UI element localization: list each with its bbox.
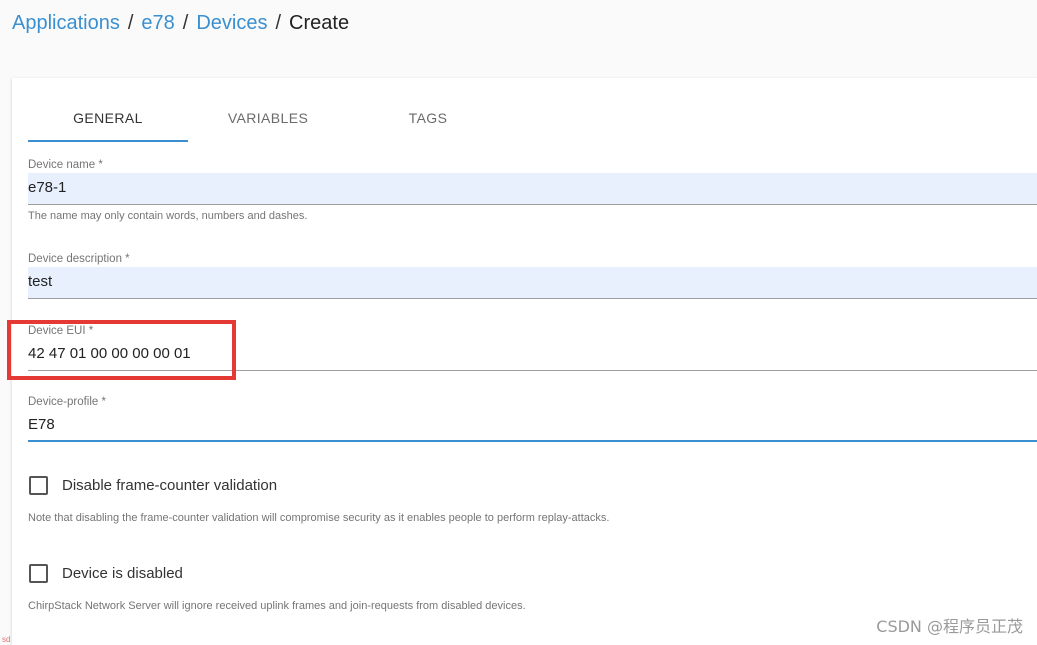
disable-fcnt-checkbox[interactable]	[29, 476, 48, 495]
device-name-helper: The name may only contain words, numbers…	[28, 210, 308, 222]
tab-bar: GENERAL VARIABLES TAGS	[28, 96, 508, 142]
required-mark: *	[98, 159, 103, 171]
eui-highlight-box	[7, 320, 236, 380]
device-name-label: Device name	[28, 159, 96, 171]
page-title: Create	[289, 12, 350, 34]
device-disabled-row[interactable]: Device is disabled	[29, 564, 183, 583]
breadcrumb-separator: /	[182, 12, 189, 34]
device-disabled-checkbox[interactable]	[29, 564, 48, 583]
watermark: CSDN @程序员正茂	[876, 617, 1023, 636]
tab-general[interactable]: GENERAL	[28, 96, 188, 142]
required-mark: *	[101, 396, 106, 408]
device-name-field: Device name * e78-1 The name may only co…	[28, 158, 1037, 222]
device-disabled-note: ChirpStack Network Server will ignore re…	[28, 600, 526, 612]
breadcrumb-separator: /	[275, 12, 282, 34]
device-disabled-label[interactable]: Device is disabled	[62, 565, 183, 582]
disable-fcnt-label[interactable]: Disable frame-counter validation	[62, 477, 277, 494]
device-profile-field: Device-profile * E78	[28, 395, 1037, 442]
breadcrumb-separator: /	[127, 12, 134, 34]
corner-mark: sd	[2, 635, 11, 644]
device-profile-select[interactable]: E78	[28, 410, 1037, 442]
disable-fcnt-row[interactable]: Disable frame-counter validation	[29, 476, 277, 495]
breadcrumb-devices-link[interactable]: Devices	[196, 12, 267, 34]
breadcrumb: Applications / e78 / Devices / Create	[12, 10, 349, 36]
tab-tags[interactable]: TAGS	[348, 96, 508, 142]
device-description-label: Device description	[28, 253, 122, 265]
device-description-field: Device description * test	[28, 252, 1037, 299]
breadcrumb-app-link[interactable]: e78	[141, 12, 174, 34]
required-mark: *	[125, 253, 130, 265]
device-name-input[interactable]: e78-1	[28, 173, 1037, 205]
disable-fcnt-note: Note that disabling the frame-counter va…	[28, 512, 610, 524]
device-profile-label: Device-profile	[28, 396, 99, 408]
device-description-input[interactable]: test	[28, 267, 1037, 299]
tab-variables[interactable]: VARIABLES	[188, 96, 348, 142]
breadcrumb-applications-link[interactable]: Applications	[12, 12, 120, 34]
